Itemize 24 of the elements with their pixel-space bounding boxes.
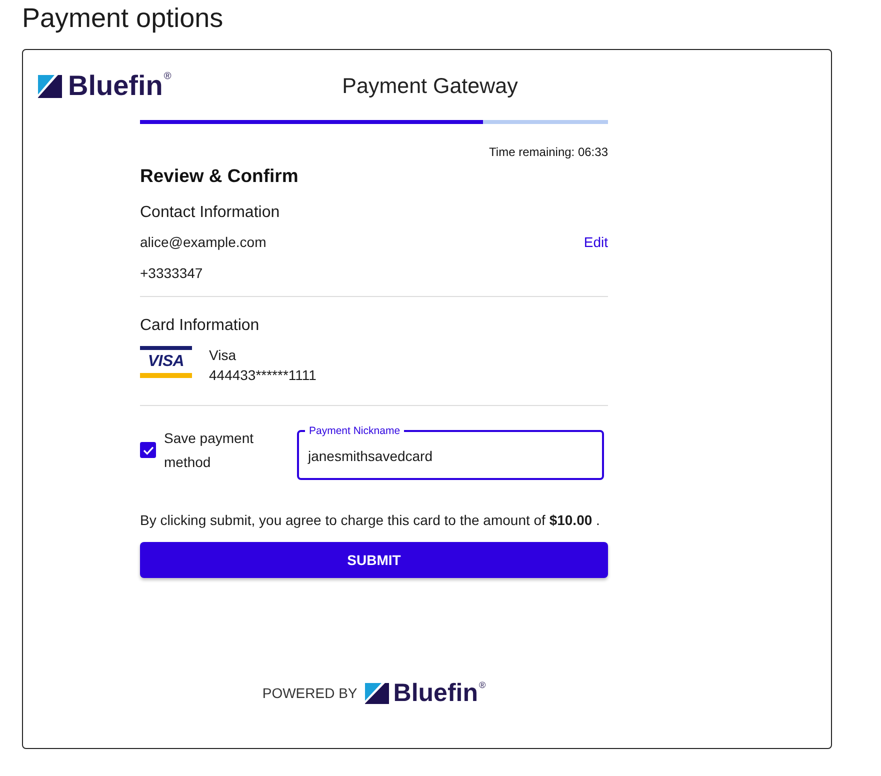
page-title: Payment options xyxy=(22,2,224,35)
save-checkbox[interactable] xyxy=(140,442,156,458)
visa-logo: VISA xyxy=(140,346,192,378)
gateway-title: Payment Gateway xyxy=(341,74,518,98)
nickname-field[interactable]: Payment Nickname janesmithsavedcard xyxy=(297,425,604,480)
card-number: 444433******1111 xyxy=(209,366,316,385)
section-heading: Review & Confirm xyxy=(140,164,298,188)
check-icon xyxy=(142,446,154,454)
bluefin-wordmark: Bluefin$^{®}$ xyxy=(68,72,172,100)
agreement-text: By clicking submit, you agree to charge this card to the amount of $10.00 . xyxy=(140,511,600,530)
edit-link[interactable]: Edit xyxy=(584,232,608,252)
card-brand: Visa xyxy=(209,346,237,365)
contact-heading: Contact Information xyxy=(140,203,280,223)
field-label: Payment Nickname xyxy=(308,425,402,437)
powered-by-label: POWERED BY xyxy=(262,685,358,701)
bluefin-logo-icon xyxy=(38,74,62,98)
submit-button[interactable]: SUBMIT xyxy=(140,542,608,578)
save-payment-label: Save payment method xyxy=(164,429,254,472)
phone-text: +3333347 xyxy=(140,264,203,283)
time-remaining: Time remaining: 06:33 xyxy=(489,144,608,160)
bluefin-wordmark: Bluefin$^{®}$ xyxy=(393,680,486,706)
card-heading: Card Information xyxy=(140,316,260,336)
bluefin-logo-icon xyxy=(365,682,390,704)
email-text: alice@example.com xyxy=(140,233,266,252)
